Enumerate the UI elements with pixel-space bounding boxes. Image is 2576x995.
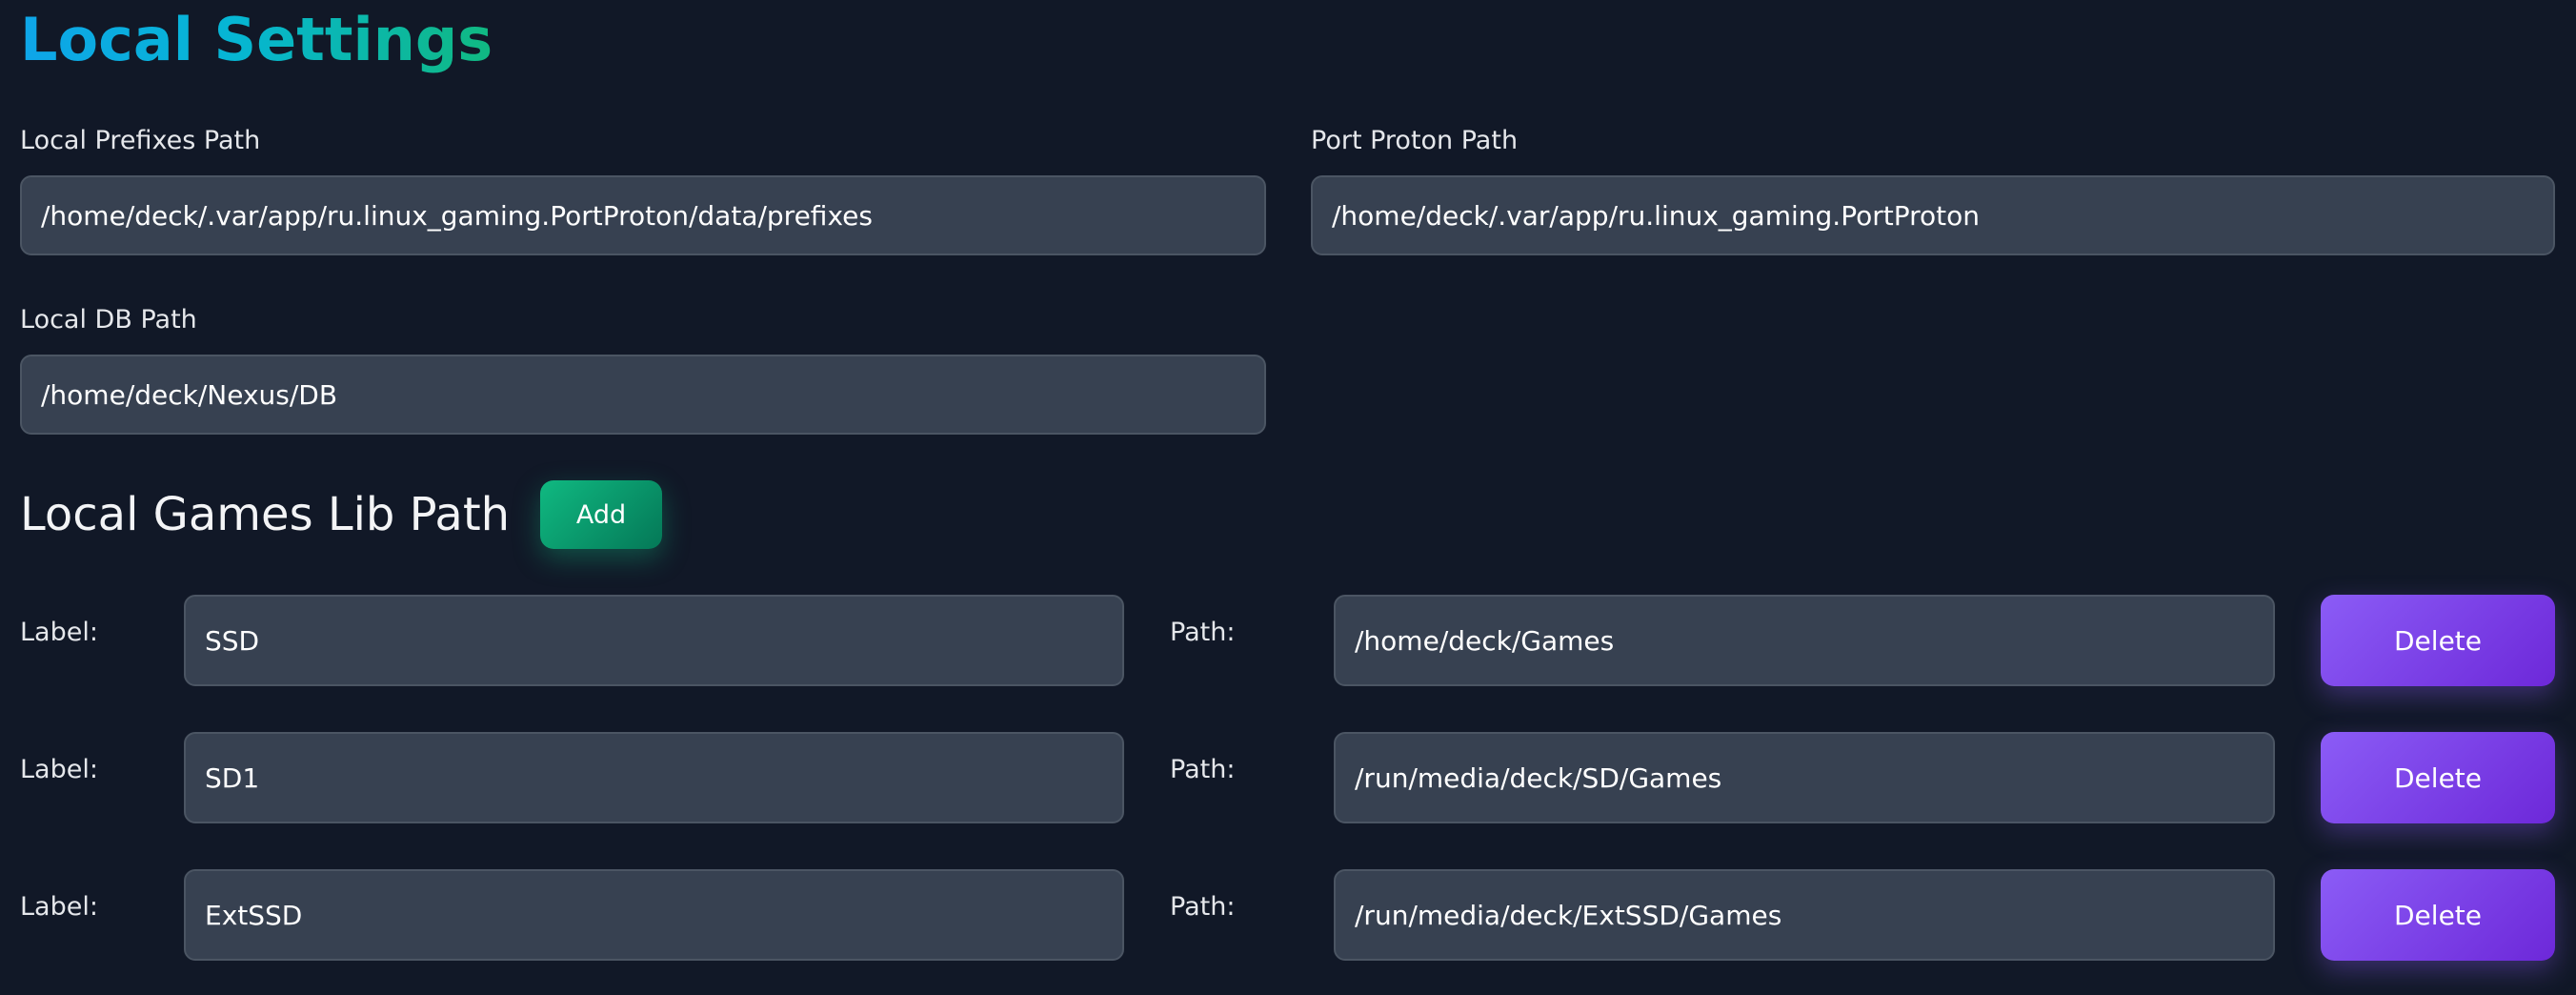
label-caption: Label: — [20, 892, 98, 922]
label-caption: Label: — [20, 618, 98, 647]
delete-lib-button[interactable]: Delete — [2321, 595, 2555, 686]
port-proton-path-input[interactable] — [1311, 175, 2555, 255]
games-lib-heading: Local Games Lib Path — [20, 488, 511, 541]
db-path-label: Local DB Path — [20, 305, 197, 335]
path-caption: Path: — [1170, 755, 1236, 784]
path-caption: Path: — [1170, 892, 1236, 922]
delete-lib-button[interactable]: Delete — [2321, 732, 2555, 823]
db-path-input[interactable] — [20, 355, 1266, 435]
lib-path-input[interactable] — [1334, 595, 2275, 686]
lib-path-input[interactable] — [1334, 732, 2275, 823]
lib-label-input[interactable] — [184, 732, 1124, 823]
lib-path-input[interactable] — [1334, 869, 2275, 961]
lib-label-input[interactable] — [184, 595, 1124, 686]
label-caption: Label: — [20, 755, 98, 784]
page-title: Local Settings — [20, 5, 493, 74]
add-lib-button[interactable]: Add — [540, 480, 662, 549]
prefixes-path-input[interactable] — [20, 175, 1266, 255]
delete-lib-button[interactable]: Delete — [2321, 869, 2555, 961]
lib-label-input[interactable] — [184, 869, 1124, 961]
prefixes-path-label: Local Prefixes Path — [20, 126, 261, 155]
port-proton-path-label: Port Proton Path — [1311, 126, 1519, 155]
path-caption: Path: — [1170, 618, 1236, 647]
